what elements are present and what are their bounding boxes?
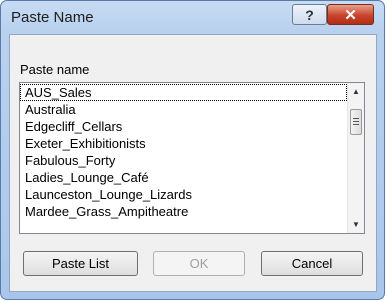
vertical-scrollbar[interactable]: ▲ ▼ <box>347 83 364 233</box>
list-item[interactable]: Australia <box>20 101 347 118</box>
grip-line <box>353 121 359 122</box>
paste-name-label: Paste name <box>20 62 90 77</box>
name-listbox[interactable]: AUS_Sales Australia Edgecliff_Cellars Ex… <box>19 82 365 234</box>
dialog-body: Paste name AUS_Sales Australia Edgecliff… <box>9 34 377 292</box>
list-item[interactable]: Edgecliff_Cellars <box>20 118 347 135</box>
list-item[interactable]: AUS_Sales <box>20 84 347 101</box>
list-item[interactable]: Exeter_Exhibitionists <box>20 135 347 152</box>
ok-button[interactable]: OK <box>153 251 245 276</box>
list-item[interactable]: Ladies_Lounge_Café <box>20 169 347 186</box>
scroll-up-arrow-icon[interactable]: ▲ <box>348 83 364 100</box>
name-list-items: AUS_Sales Australia Edgecliff_Cellars Ex… <box>20 84 347 220</box>
help-button[interactable]: ? <box>292 4 327 25</box>
help-icon: ? <box>305 6 314 23</box>
cancel-button[interactable]: Cancel <box>261 251 363 276</box>
close-icon: ✕ <box>344 6 357 24</box>
grip-line <box>353 124 359 125</box>
list-item[interactable]: Fabulous_Forty <box>20 152 347 169</box>
scrollbar-thumb[interactable] <box>350 109 362 135</box>
scroll-down-arrow-icon[interactable]: ▼ <box>348 216 364 233</box>
grip-line <box>353 118 359 119</box>
list-item[interactable]: Launceston_Lounge_Lizards <box>20 186 347 203</box>
list-item[interactable]: Mardee_Grass_Ampitheatre <box>20 203 347 220</box>
dialog-title: Paste Name <box>11 9 94 26</box>
paste-name-dialog: Paste Name ? ✕ Paste name AUS_Sales Aust… <box>0 0 385 300</box>
close-button[interactable]: ✕ <box>327 4 374 25</box>
paste-list-button[interactable]: Paste List <box>23 251 138 276</box>
